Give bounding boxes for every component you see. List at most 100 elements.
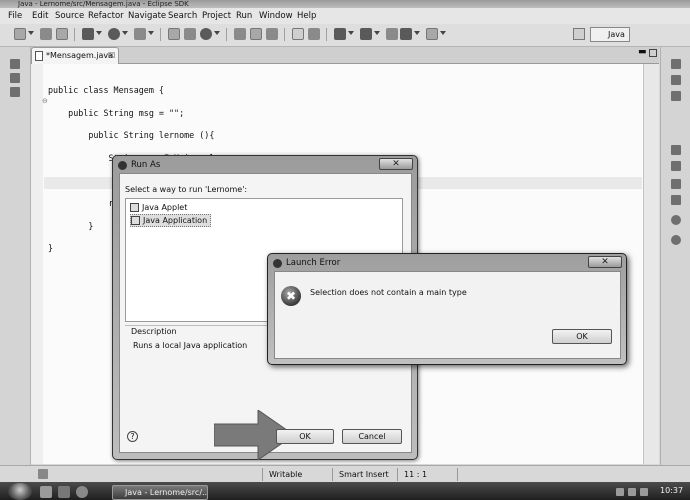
hierarchy-icon[interactable] [10,87,20,97]
browser-icon[interactable] [76,486,88,498]
java-file-icon [35,51,43,61]
last-edit-location-icon[interactable] [386,28,398,40]
menu-help[interactable]: Help [297,11,316,21]
status-cursor-position: 11 : 1 [397,468,457,481]
maximize-icon[interactable] [649,49,657,57]
open-perspective-icon[interactable] [573,28,585,40]
menu-edit[interactable]: Edit [32,11,48,21]
editor-scrollbar[interactable] [643,64,659,464]
open-task-icon[interactable] [250,28,262,40]
external-tools-icon[interactable] [134,28,146,40]
package-explorer-icon[interactable] [10,73,20,83]
menu-bar: File Edit Source Refactor Navigate Searc… [0,8,690,25]
toolbar-separator [160,28,161,41]
help-icon[interactable]: ? [127,431,138,442]
tray-network-icon[interactable] [616,488,624,496]
java-applet-icon [130,203,139,212]
restore-icon[interactable] [671,59,681,69]
forward-icon[interactable] [426,28,438,40]
menu-file[interactable]: File [8,11,22,21]
editor-tab-mensagem[interactable]: *Mensagem.java ☒ [31,47,119,64]
editor-tab-label: *Mensagem.java [46,51,114,60]
next-annotation-dropdown-icon[interactable] [348,31,354,35]
start-button-icon[interactable] [8,483,32,500]
taskbar [0,482,690,500]
tray-flag-icon[interactable] [640,488,648,496]
previous-annotation-dropdown-icon[interactable] [374,31,380,35]
new-icon[interactable] [14,28,26,40]
menu-search[interactable]: Search [168,11,197,21]
search-icon[interactable] [266,28,278,40]
menu-navigate[interactable]: Navigate [128,11,166,21]
restore-icon[interactable] [10,59,20,69]
open-type-icon[interactable] [234,28,246,40]
new-class-dropdown-icon[interactable] [214,31,220,35]
run-as-prompt: Select a way to run 'Lernome': [125,185,248,194]
menu-source[interactable]: Source [55,11,84,21]
new-java-project-icon[interactable] [168,28,180,40]
task-list-icon[interactable] [671,75,681,85]
debug-dropdown-icon[interactable] [96,31,102,35]
menu-run[interactable]: Run [236,11,252,21]
save-icon[interactable] [40,28,52,40]
list-item-java-applet[interactable]: Java Applet [130,202,187,213]
explorer-icon[interactable] [40,486,52,498]
launch-error-body [274,271,621,359]
minimize-icon[interactable]: ▬ [638,48,647,58]
eclipse-icon [273,259,282,268]
editor-gutter [31,64,43,464]
problems-icon[interactable] [671,195,681,205]
show-whitespace-icon[interactable] [308,28,320,40]
close-button[interactable]: ✕ [379,158,413,170]
list-item-label: Java Applet [142,203,188,212]
next-annotation-icon[interactable] [334,28,346,40]
status-writable: Writable [262,468,332,481]
restore-icon[interactable] [671,179,681,189]
back-icon[interactable] [400,28,412,40]
close-button[interactable]: ✕ [588,256,622,268]
debug-icon[interactable] [82,28,94,40]
status-empty [457,468,497,481]
run-icon[interactable] [108,28,120,40]
new-class-icon[interactable] [200,28,212,40]
window-title: Java - Lernome/src/Mensagem.java - Eclip… [0,0,690,8]
run-as-cancel-button[interactable]: Cancel [342,429,402,444]
dialog-title: Launch Error [286,258,341,268]
code-line: public class Mensagem { [48,85,164,96]
outline-icon[interactable] [671,161,681,171]
declaration-icon[interactable] [671,235,681,245]
status-insert-mode: Smart Insert [332,468,397,481]
launch-error-ok-button[interactable]: OK [552,329,612,344]
run-as-ok-button[interactable]: OK [276,429,334,444]
previous-annotation-icon[interactable] [360,28,372,40]
mark-occurrences-icon[interactable] [292,28,304,40]
taskbar-eclipse-button[interactable]: Java - Lernome/src/... [112,485,208,500]
toolbar-separator [226,28,227,41]
taskbar-clock[interactable]: 10:37 [660,486,683,495]
description-text: Runs a local Java application [133,341,248,350]
back-dropdown-icon[interactable] [414,31,420,35]
left-trim-bar [0,47,31,465]
menu-refactor[interactable]: Refactor [88,11,124,21]
tray-volume-icon[interactable] [628,488,636,496]
external-tools-dropdown-icon[interactable] [148,31,154,35]
media-player-icon[interactable] [58,486,70,498]
print-icon[interactable] [56,28,68,40]
tasks-icon[interactable] [671,91,681,101]
code-line: public String msg = ""; [48,107,185,118]
toolbar-separator [74,28,75,41]
close-icon[interactable]: ☒ [108,51,115,60]
perspective-java-button[interactable]: Java [590,27,630,42]
fast-view-icon[interactable] [38,469,48,479]
forward-dropdown-icon[interactable] [440,31,446,35]
new-dropdown-icon[interactable] [28,31,34,35]
run-dropdown-icon[interactable] [122,31,128,35]
fold-marker-icon[interactable]: ⊖ [42,97,48,105]
java-application-icon [131,216,140,225]
restore-icon[interactable] [671,145,681,155]
menu-window[interactable]: Window [259,11,293,21]
list-item-java-application[interactable]: Java Application [130,214,212,227]
menu-project[interactable]: Project [202,11,231,21]
console-icon[interactable] [671,215,681,225]
new-package-icon[interactable] [184,28,196,40]
